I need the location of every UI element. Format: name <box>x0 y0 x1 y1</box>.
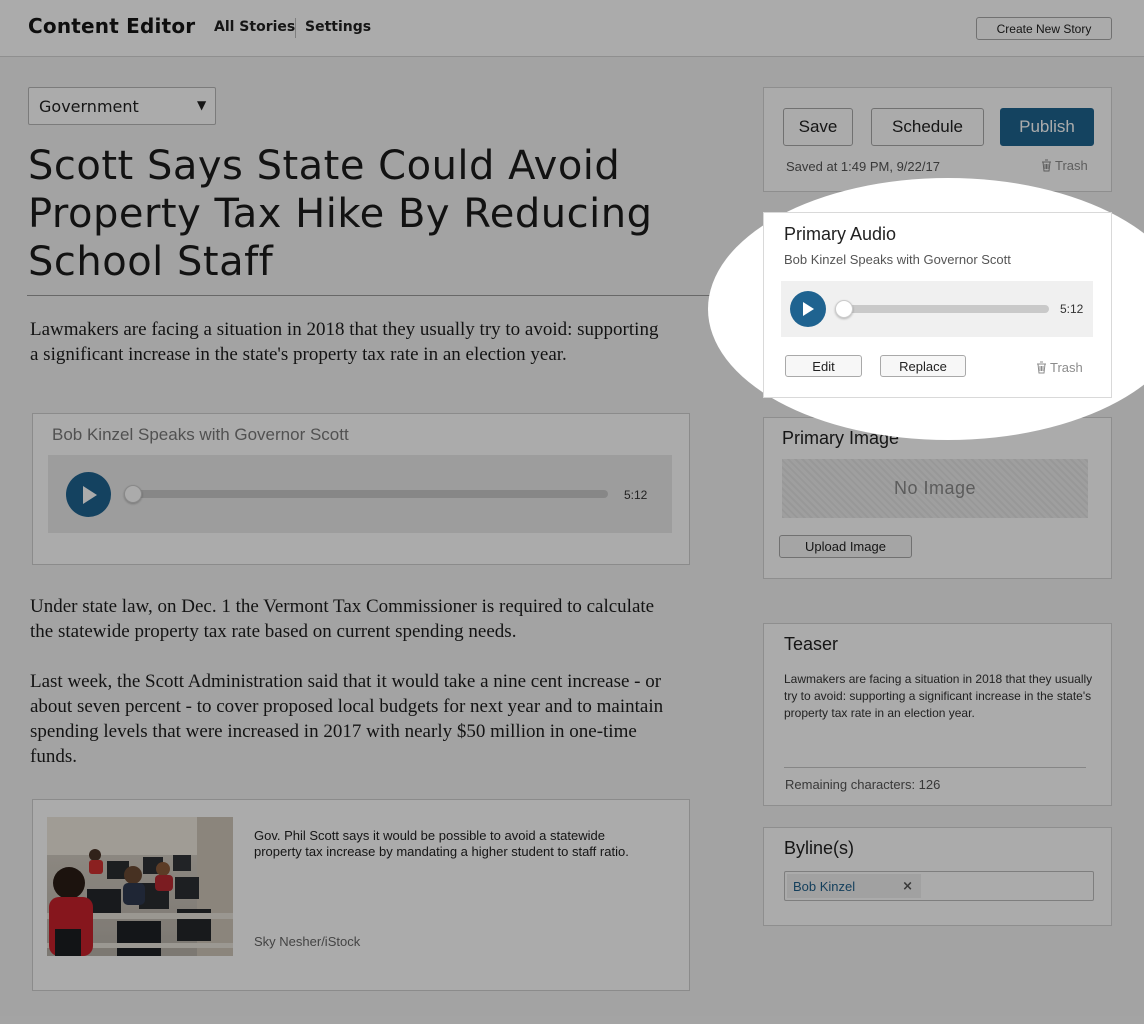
trash-label: Trash <box>1050 360 1083 375</box>
byline-author[interactable]: Bob Kinzel <box>793 879 855 894</box>
trash-icon <box>1042 159 1051 172</box>
replace-audio-button[interactable]: Replace <box>880 355 966 377</box>
trash-audio-button[interactable]: Trash <box>1036 360 1083 375</box>
saved-timestamp: Saved at 1:49 PM, 9/22/17 <box>786 159 940 174</box>
upload-image-button[interactable]: Upload Image <box>779 535 912 558</box>
remaining-characters: Remaining characters: 126 <box>785 777 941 792</box>
publish-panel: Save Schedule Publish Saved at 1:49 PM, … <box>763 87 1112 192</box>
category-select[interactable]: Government ▼ <box>28 87 216 125</box>
primary-audio-title: Primary Audio <box>784 224 897 244</box>
play-icon <box>82 485 97 504</box>
body-paragraph-3[interactable]: Last week, the Scott Administration said… <box>30 669 670 769</box>
caret-down-icon: ▼ <box>197 98 207 112</box>
primary-audio-subtitle: Bob Kinzel Speaks with Governor Scott <box>784 252 1011 267</box>
audio-progress-track[interactable] <box>126 490 608 498</box>
teaser-textarea[interactable]: Lawmakers are facing a situation in 2018… <box>784 671 1094 722</box>
image-caption[interactable]: Gov. Phil Scott says it would be possibl… <box>254 828 644 860</box>
body-paragraph-2[interactable]: Under state law, on Dec. 1 the Vermont T… <box>30 594 670 644</box>
primary-audio-progress-track[interactable] <box>837 305 1049 313</box>
teaser-divider <box>784 767 1086 768</box>
audio-scrub-handle[interactable] <box>124 485 142 503</box>
category-value: Government <box>39 97 139 116</box>
schedule-button[interactable]: Schedule <box>871 108 984 146</box>
byline-chip: Bob Kinzel × <box>787 874 921 898</box>
embedded-audio-title: Bob Kinzel Speaks with Governor Scott <box>52 425 349 444</box>
image-credit[interactable]: Sky Nesher/iStock <box>254 934 360 949</box>
trash-story-button[interactable]: Trash <box>1041 158 1088 173</box>
primary-play-button[interactable] <box>790 291 826 327</box>
create-new-story-button[interactable]: Create New Story <box>976 17 1112 40</box>
nav-settings[interactable]: Settings <box>305 19 371 35</box>
audio-duration: 5:12 <box>624 488 648 502</box>
nav-divider <box>295 18 296 38</box>
teaser-title: Teaser <box>784 634 839 654</box>
play-icon <box>803 302 814 316</box>
byline-input[interactable]: Bob Kinzel × <box>784 871 1094 901</box>
primary-audio-duration: 5:12 <box>1060 302 1084 316</box>
publish-button[interactable]: Publish <box>1000 108 1094 146</box>
story-headline[interactable]: Scott Says State Could Avoid Property Ta… <box>28 142 708 286</box>
byline-panel: Byline(s) Bob Kinzel × <box>763 827 1112 926</box>
teaser-panel: Teaser Lawmakers are facing a situation … <box>763 623 1112 806</box>
trash-label: Trash <box>1055 158 1088 173</box>
primary-audio-panel: Primary Audio Bob Kinzel Speaks with Gov… <box>763 212 1112 398</box>
classroom-photo <box>47 817 233 956</box>
trash-icon <box>1037 361 1046 374</box>
audio-player: 5:12 <box>48 455 672 533</box>
embedded-image-block[interactable]: Gov. Phil Scott says it would be possibl… <box>32 799 690 991</box>
primary-audio-scrub-handle[interactable] <box>835 300 853 318</box>
byline-title: Byline(s) <box>784 838 855 858</box>
image-placeholder: No Image <box>782 459 1088 518</box>
primary-audio-player: 5:12 <box>781 281 1093 337</box>
embedded-audio-block[interactable]: Bob Kinzel Speaks with Governor Scott 5:… <box>32 413 690 565</box>
edit-audio-button[interactable]: Edit <box>785 355 862 377</box>
save-button[interactable]: Save <box>783 108 853 146</box>
nav-all-stories[interactable]: All Stories <box>214 19 295 35</box>
play-button[interactable] <box>66 472 111 517</box>
primary-image-panel: Primary Image No Image Upload Image <box>763 417 1112 579</box>
app-title: Content Editor <box>28 14 196 38</box>
remove-author-icon[interactable]: × <box>902 879 913 894</box>
body-paragraph-1[interactable]: Lawmakers are facing a situation in 2018… <box>30 317 670 367</box>
headline-divider <box>27 295 736 296</box>
